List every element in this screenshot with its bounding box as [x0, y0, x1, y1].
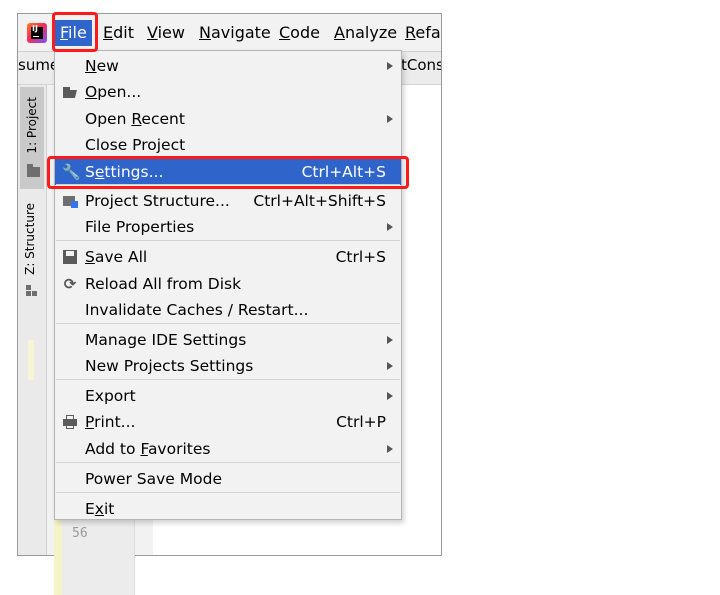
menu-item-label: Print...: [85, 413, 136, 431]
menu-separator: [56, 323, 400, 324]
menu-separator: [56, 379, 400, 380]
editor-highlight-stripe: [28, 340, 34, 380]
folder-icon: [27, 164, 40, 177]
submenu-arrow-icon: [387, 445, 393, 453]
annotation-box-settings: [47, 156, 409, 189]
editor-tab-left[interactable]: sume: [18, 56, 59, 74]
menu-item-label: Open...: [85, 83, 142, 101]
menu-item-export[interactable]: Export: [55, 383, 401, 409]
menu-item-label: Export: [85, 387, 136, 405]
gutter-highlight: [54, 520, 62, 595]
menu-separator: [56, 462, 400, 463]
menu-analyze[interactable]: Analyze: [329, 20, 402, 46]
left-tool-strip: 1: Project Z: Structure: [18, 85, 47, 555]
menu-item-label: Close Project: [85, 136, 186, 154]
editor-tab-right[interactable]: tCons: [401, 56, 441, 74]
menu-item-project-structure[interactable]: Project Structure... Ctrl+Alt+Shift+S: [55, 188, 401, 214]
menu-item-shortcut: Ctrl+Alt+Shift+S: [253, 192, 386, 210]
submenu-arrow-icon: [387, 115, 393, 123]
menu-item-label: Reload All from Disk: [85, 275, 242, 293]
menu-item-print[interactable]: Print... Ctrl+P: [55, 409, 401, 435]
menu-view[interactable]: View: [142, 20, 190, 46]
menu-item-shortcut: Ctrl+S: [335, 248, 386, 266]
menu-item-label: Project Structure...: [85, 192, 230, 210]
menu-item-label: Invalidate Caches / Restart...: [85, 301, 309, 319]
annotation-box-file: [52, 12, 98, 52]
save-icon: [62, 249, 78, 265]
menu-item-label: Exit: [85, 500, 115, 518]
menu-code[interactable]: Code: [274, 20, 325, 46]
submenu-arrow-icon: [387, 336, 393, 344]
project-structure-icon: [62, 193, 78, 209]
menu-item-label: Power Save Mode: [85, 470, 222, 488]
submenu-arrow-icon: [387, 223, 393, 231]
project-tool-button[interactable]: 1: Project: [20, 87, 44, 189]
submenu-arrow-icon: [387, 362, 393, 370]
menu-item-open-recent[interactable]: Open Recent: [55, 106, 401, 132]
project-tool-label: 1: Project: [25, 97, 39, 154]
structure-icon: [26, 285, 38, 297]
structure-tool-button[interactable]: Z: Structure: [23, 203, 37, 275]
menu-item-exit[interactable]: Exit: [55, 496, 401, 522]
menu-item-label: File Properties: [85, 218, 195, 236]
menu-item-label: Save All: [85, 248, 148, 266]
submenu-arrow-icon: [387, 62, 393, 70]
menu-separator: [56, 240, 400, 241]
menu-refactor[interactable]: Refac: [400, 20, 441, 46]
intellij-logo-icon: IJ: [27, 23, 47, 43]
menu-item-label: Add to Favorites: [85, 440, 211, 458]
menu-item-save-all[interactable]: Save All Ctrl+S: [55, 244, 401, 270]
menu-item-new[interactable]: New: [55, 53, 401, 79]
menu-item-power-save-mode[interactable]: Power Save Mode: [55, 466, 401, 492]
menu-item-label: Manage IDE Settings: [85, 331, 247, 349]
submenu-arrow-icon: [387, 392, 393, 400]
menu-item-add-to-favorites[interactable]: Add to Favorites: [55, 436, 401, 462]
menu-item-reload-all-from-disk[interactable]: ⟳ Reload All from Disk: [55, 271, 401, 297]
reload-icon: ⟳: [63, 275, 77, 293]
menu-item-file-properties[interactable]: File Properties: [55, 214, 401, 240]
menu-edit[interactable]: Edit: [98, 20, 139, 46]
menu-item-label: New Projects Settings: [85, 357, 254, 375]
menu-item-open[interactable]: Open...: [55, 79, 401, 105]
menu-item-invalidate-caches-restart[interactable]: Invalidate Caches / Restart...: [55, 297, 401, 323]
menu-item-label: New: [85, 57, 119, 75]
menu-item-close-project[interactable]: Close Project: [55, 132, 401, 158]
print-icon: [62, 414, 78, 430]
menu-item-shortcut: Ctrl+P: [336, 413, 386, 431]
menu-item-manage-ide-settings[interactable]: Manage IDE Settings: [55, 327, 401, 353]
menu-item-new-projects-settings[interactable]: New Projects Settings: [55, 353, 401, 379]
menu-separator: [56, 492, 400, 493]
line-number: 56: [72, 526, 88, 541]
menu-item-label: Open Recent: [85, 110, 185, 128]
folder-open-icon: [62, 84, 78, 100]
file-menu-dropdown: New Open... Open Recent Close Project 🔧 Setti…: [54, 50, 402, 520]
menu-navigate[interactable]: Navigate: [194, 20, 276, 46]
